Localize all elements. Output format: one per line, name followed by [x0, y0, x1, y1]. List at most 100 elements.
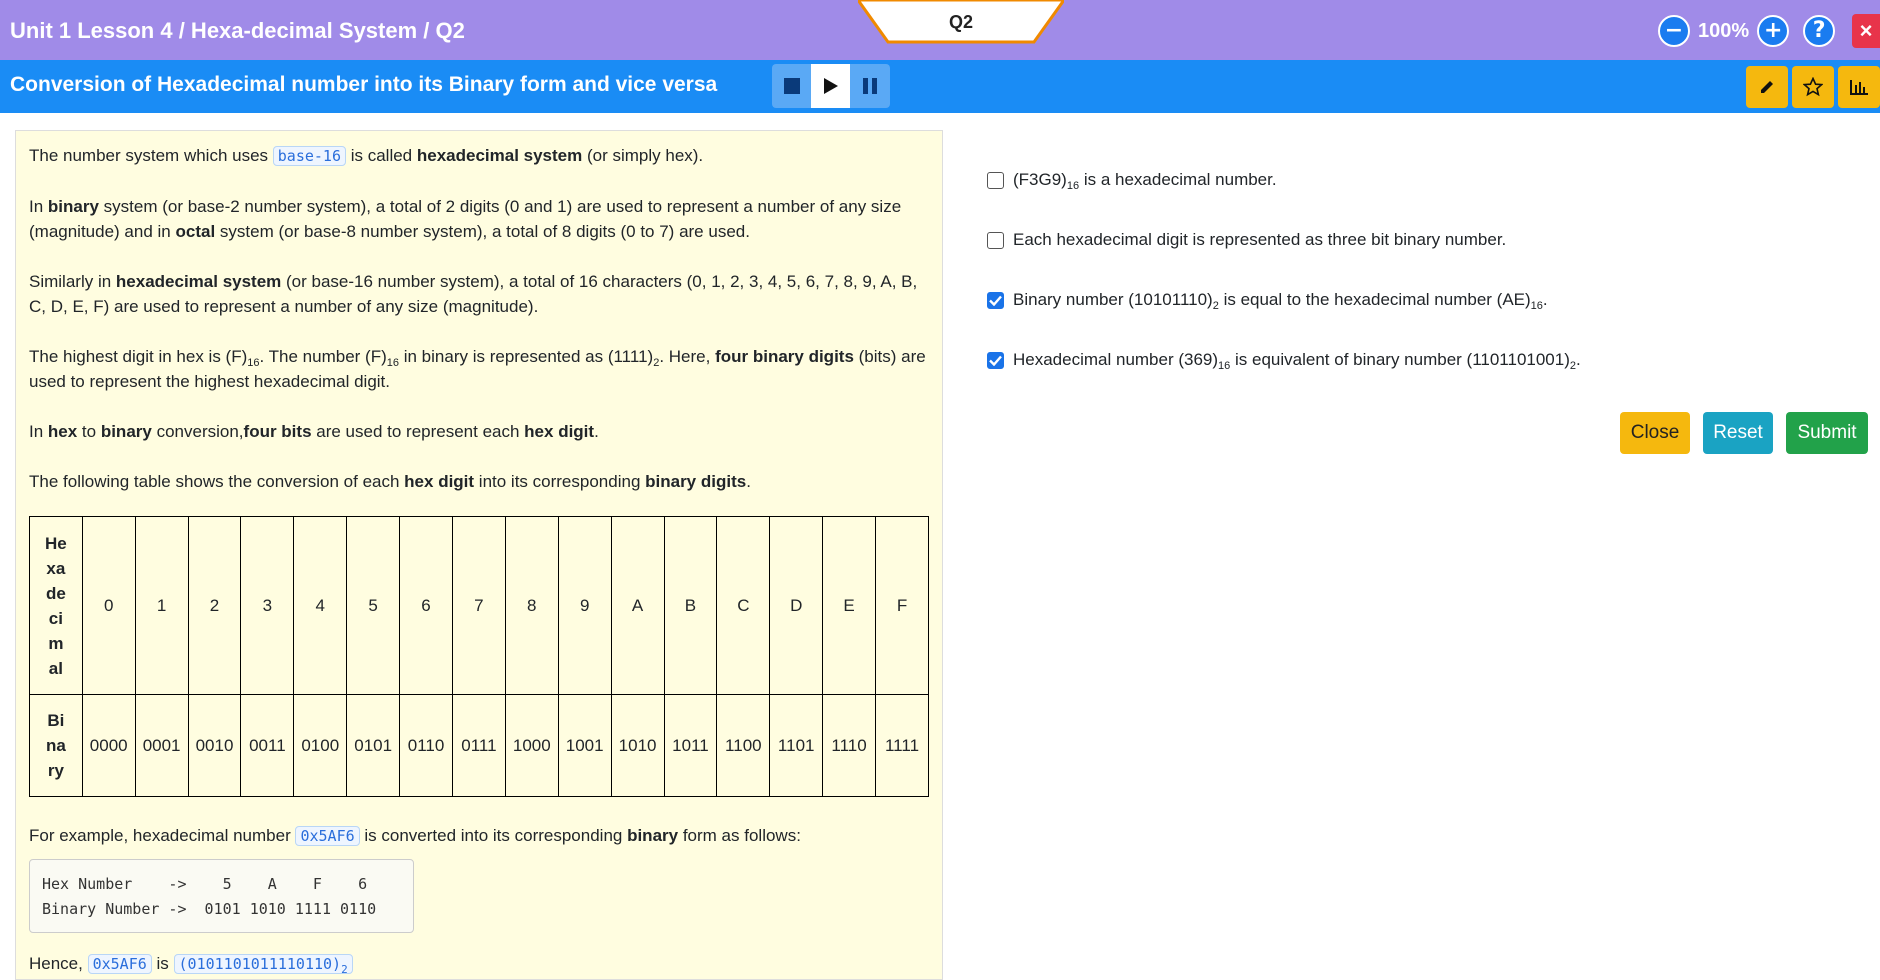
row-header-line: m	[48, 633, 64, 653]
hex-digit-cell: A	[610, 516, 665, 695]
inline-code: 0x5AF6	[87, 954, 152, 974]
checkmark-icon	[989, 355, 1002, 366]
reset-button[interactable]: Reset	[1703, 412, 1773, 454]
help-button[interactable]: ?	[1803, 15, 1836, 47]
stop-icon	[783, 78, 800, 94]
close-button[interactable]: Close	[1620, 412, 1690, 454]
media-player-controls	[772, 64, 890, 108]
checkbox[interactable]	[987, 291, 1004, 309]
hex-digit-cell: 7	[451, 516, 506, 695]
text: are used to represent each	[311, 422, 525, 441]
star-icon	[1803, 77, 1823, 97]
action-buttons: Close Reset Submit	[1620, 412, 1868, 454]
play-icon	[823, 78, 838, 94]
bold-text: hex digit	[404, 472, 475, 491]
text: For example, hexadecimal number	[29, 826, 296, 845]
subscript: 16	[1218, 360, 1231, 372]
binary-value-cell: 1001	[557, 694, 612, 797]
inline-code: base-16	[272, 146, 346, 166]
binary-paragraph: In binary system (or base-2 number syste…	[29, 194, 929, 244]
binary-value-cell: 0111	[451, 694, 506, 797]
bold-text: binary	[100, 422, 152, 441]
text: conversion,	[151, 422, 244, 441]
binary-value-cell: 1011	[663, 694, 718, 797]
answer-option[interactable]: Hexadecimal number (369)16 is equivalent…	[987, 330, 1581, 390]
question-tab-label: Q2	[948, 12, 973, 32]
binary-value-cell: 0010	[187, 694, 242, 797]
binary-value-cell: 0001	[134, 694, 189, 797]
option-label: (F3G9)16 is a hexadecimal number.	[1013, 170, 1277, 192]
text: In	[29, 422, 48, 441]
stats-button[interactable]	[1838, 66, 1880, 108]
bookmark-button[interactable]	[1792, 66, 1834, 108]
checkmark-icon	[989, 295, 1002, 306]
bold-text: hex digit	[524, 422, 595, 441]
checkbox[interactable]	[987, 231, 1004, 249]
subscript: 2	[341, 963, 348, 976]
text: .	[1576, 350, 1581, 369]
pause-icon	[862, 78, 877, 94]
subscript: 16	[1066, 180, 1080, 192]
conversion-code-block: Hex Number -> 5 A F 6 Binary Number -> 0…	[29, 859, 414, 933]
hex-binary-table: He xa de ci m al 0123456789ABCDEF Bi na ry 0000…	[29, 516, 929, 797]
text: to	[77, 422, 101, 441]
hex-digit-cell: 8	[504, 516, 559, 695]
text: into its corresponding	[474, 472, 646, 491]
text: form as follows:	[678, 826, 801, 845]
hex-row: He xa de ci m al 0123456789ABCDEF	[29, 516, 929, 695]
hex-digit-cell: 1	[134, 516, 189, 695]
inline-code: (0101101011110110)2	[173, 954, 353, 976]
question-tab[interactable]: Q2	[858, 0, 1064, 44]
highest-digit-paragraph: The highest digit in hex is (F)16. The n…	[29, 344, 929, 394]
text: in binary is represented as (1111)	[399, 347, 654, 366]
text: In	[29, 197, 48, 216]
bar-chart-icon	[1850, 80, 1868, 95]
text: (F3G9)	[1013, 170, 1067, 189]
bold-text: four binary digits	[715, 347, 854, 366]
text: The highest digit in hex is (F)	[29, 347, 248, 366]
option-label: Hexadecimal number (369)16 is equivalent…	[1013, 350, 1581, 372]
answer-option[interactable]: (F3G9)16 is a hexadecimal number.	[987, 150, 1581, 210]
text: Hence,	[29, 954, 88, 973]
subscript: 16	[1530, 300, 1543, 312]
bold-text: hex	[47, 422, 78, 441]
answer-option[interactable]: Each hexadecimal digit is represented as…	[987, 210, 1581, 270]
zoom-out-button[interactable]: −	[1658, 15, 1690, 47]
binary-value-cell: 0100	[293, 694, 348, 797]
pause-button[interactable]	[850, 64, 889, 108]
hex-digit-cell: B	[663, 516, 718, 695]
binary-value-cell: 0011	[240, 694, 295, 797]
row-header-line: al	[48, 658, 63, 678]
example-paragraph: For example, hexadecimal number 0x5AF6 i…	[29, 823, 929, 849]
play-button[interactable]	[811, 64, 850, 108]
binary-value-cell: 1110	[822, 694, 877, 797]
edit-button[interactable]	[1746, 66, 1788, 108]
binary-value-cell: 1000	[504, 694, 559, 797]
stop-button[interactable]	[772, 64, 811, 108]
row-header-line: ry	[47, 761, 64, 780]
checkbox[interactable]	[987, 351, 1004, 369]
zoom-controls: − 100% + ?	[1658, 14, 1836, 48]
zoom-in-button[interactable]: +	[1757, 15, 1790, 47]
subscript: 16	[386, 357, 399, 369]
row-header-line: de	[45, 583, 66, 603]
conversion-rule-paragraph: In hex to binary conversion,four bits ar…	[29, 419, 929, 444]
answer-option[interactable]: Binary number (10101110)2 is equal to th…	[987, 270, 1581, 330]
inline-code: 0x5AF6	[295, 826, 360, 846]
row-header-line: Bi	[47, 711, 65, 730]
hex-digit-cell: D	[769, 516, 824, 695]
hex-digit-cell: 5	[346, 516, 401, 695]
hex-digit-cell: 6	[399, 516, 453, 695]
checkbox[interactable]	[987, 171, 1004, 189]
hex-digit-cell: 0	[81, 516, 136, 695]
binary-value-cell: 1100	[716, 694, 771, 797]
close-window-button[interactable]: ×	[1852, 14, 1880, 48]
text: Similarly in	[29, 272, 116, 291]
hex-row-header: He xa de ci m al	[29, 516, 83, 695]
text: Binary number (10101110)	[1013, 290, 1213, 309]
binary-value-cell: 1101	[769, 694, 824, 797]
text: is called	[345, 146, 417, 165]
submit-button[interactable]: Submit	[1786, 412, 1868, 454]
zoom-level: 100%	[1698, 19, 1750, 42]
bold-text: hexadecimal system	[115, 272, 282, 291]
